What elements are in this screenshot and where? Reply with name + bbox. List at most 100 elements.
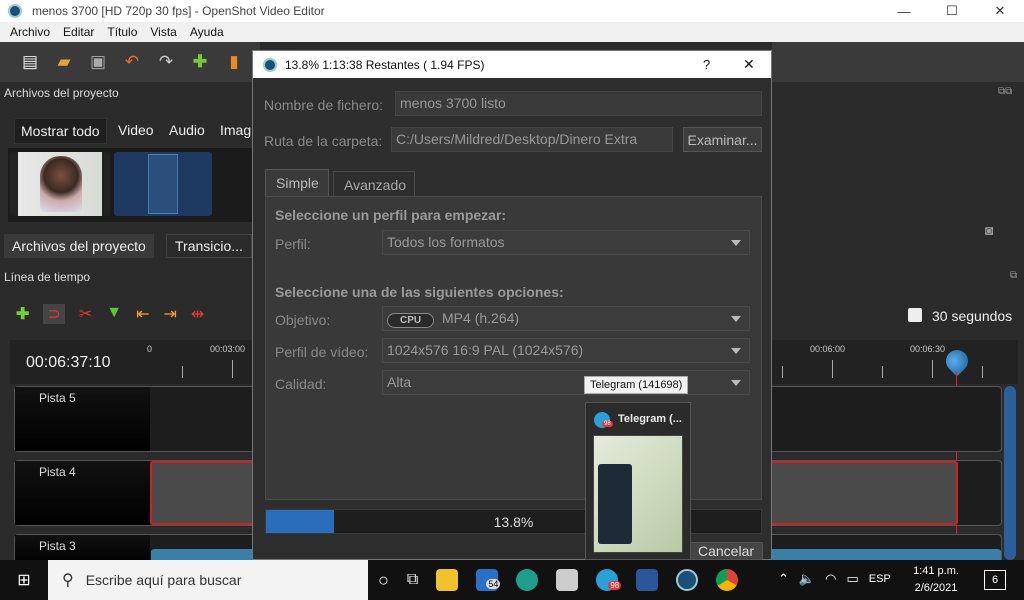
openshot-taskbar-icon[interactable] xyxy=(676,569,699,591)
right-toolbar-area xyxy=(772,42,1024,82)
windows-start-icon[interactable]: ⊞ xyxy=(0,560,48,600)
tab-transitions[interactable]: Transicio... xyxy=(166,234,252,258)
project-files-title: Archivos del proyecto xyxy=(4,86,119,100)
taskbar-apps: ○ ⧉ 54 98 xyxy=(378,569,739,591)
image-thumbnail[interactable] xyxy=(114,152,212,216)
filter-video[interactable]: Video xyxy=(118,122,154,138)
save-project-icon[interactable]: ▣ xyxy=(88,52,108,72)
snap-icon[interactable]: ⊃ xyxy=(43,304,65,324)
volume-icon[interactable]: 🔈 xyxy=(799,571,815,587)
help-button[interactable]: ? xyxy=(703,57,710,72)
folder-path-input[interactable]: C:/Users/Mildred/Desktop/Dinero Extra xyxy=(391,127,673,152)
next-marker-icon[interactable]: ⇥ xyxy=(163,304,176,324)
filter-image[interactable]: Imag xyxy=(220,122,251,138)
filename-label: Nombre de fichero: xyxy=(264,97,384,113)
maximize-button[interactable]: ☐ xyxy=(928,0,976,22)
store-icon[interactable] xyxy=(556,569,579,591)
filter-show-all[interactable]: Mostrar todo xyxy=(14,118,107,144)
system-tray: ⌃ 🔈 ◠ ▭ ESP xyxy=(778,571,891,587)
telegram-window-preview[interactable]: 98 Telegram (... xyxy=(585,402,691,560)
menu-vista[interactable]: Vista xyxy=(145,25,181,39)
razor-icon[interactable]: ✂ xyxy=(79,304,92,324)
zoom-label: 30 segundos xyxy=(932,308,1013,324)
battery-icon[interactable]: ▭ xyxy=(846,571,858,587)
word-icon[interactable] xyxy=(636,569,659,591)
openshot-logo-icon xyxy=(8,4,22,18)
video-thumbnail[interactable] xyxy=(10,152,110,216)
cortana-icon[interactable]: ○ xyxy=(378,570,389,591)
previous-marker-icon[interactable]: ⇤ xyxy=(136,304,149,324)
telegram-taskbar-icon[interactable]: 98 xyxy=(596,569,622,591)
tab-simple[interactable]: Simple xyxy=(265,169,329,197)
clock[interactable]: 1:41 p.m. 2/6/2021 xyxy=(908,563,964,597)
timeline-scrollbar[interactable] xyxy=(1004,386,1016,560)
center-playhead-icon[interactable]: ⇹ xyxy=(191,304,204,324)
video-profile-select[interactable]: 1024x576 16:9 PAL (1024x576) xyxy=(382,338,750,363)
edge-icon[interactable] xyxy=(516,569,539,591)
wifi-icon[interactable]: ◠ xyxy=(825,571,836,587)
new-project-icon[interactable]: ▤ xyxy=(20,52,40,72)
cpu-badge: CPU xyxy=(387,313,435,328)
ruler-tick-0: 0 xyxy=(147,344,153,354)
openshot-logo-icon xyxy=(263,57,277,72)
search-icon: ⚲ xyxy=(62,572,74,589)
profile-select[interactable]: Todos los formatos xyxy=(382,230,750,255)
menu-editar[interactable]: Editar xyxy=(58,25,99,39)
zoom-checkbox[interactable] xyxy=(908,308,922,322)
video-profile-label: Perfil de vídeo: xyxy=(275,344,369,360)
tab-project-files[interactable]: Archivos del proyecto xyxy=(4,234,154,258)
timeline-toolbar: ✚ ⊃ ✂ ▼ ⇤ ⇥ ⇹ xyxy=(16,304,204,324)
chrome-icon[interactable] xyxy=(716,569,739,591)
cancel-button[interactable]: Cancelar xyxy=(689,542,763,560)
dialog-close-button[interactable]: ✕ xyxy=(743,56,755,73)
menu-titulo[interactable]: Título xyxy=(102,25,142,39)
track-label: Pista 5 xyxy=(15,387,150,451)
mail-icon[interactable]: 54 xyxy=(476,569,501,591)
window-title: menos 3700 [HD 720p 30 fps] - OpenShot V… xyxy=(32,4,325,18)
export-progress-title: 13.8% 1:13:38 Restantes ( 1.94 FPS) xyxy=(285,57,485,72)
file-explorer-icon[interactable] xyxy=(436,569,459,591)
camera-icon[interactable]: ◙ xyxy=(985,222,993,238)
ruler-tickmark xyxy=(782,366,783,378)
target-label: Objetivo: xyxy=(275,312,331,328)
menu-archivo[interactable]: Archivo xyxy=(5,25,55,39)
quality-select[interactable]: Alta xyxy=(382,370,750,395)
redo-icon[interactable]: ↷ xyxy=(156,52,176,72)
taskbar-tooltip: Telegram (141698) xyxy=(584,376,689,394)
timeline-undock-icon[interactable]: ⧉ xyxy=(1010,270,1017,281)
ruler-tickmark xyxy=(832,360,833,378)
undock-icon[interactable]: ⧉⧉ xyxy=(998,86,1012,97)
ruler-tickmark xyxy=(232,360,233,378)
chevron-up-icon[interactable]: ⌃ xyxy=(778,571,789,587)
tab-advanced[interactable]: Avanzado xyxy=(333,171,415,197)
open-project-icon[interactable]: ▰ xyxy=(54,52,74,72)
telegram-taskbar-badge: 98 xyxy=(608,581,622,590)
timecode-display: 00:06:37:10 xyxy=(26,354,111,371)
track-label: Pista 4 xyxy=(15,461,150,525)
options-heading: Seleccione una de las siguientes opcione… xyxy=(275,284,564,300)
menu-ayuda[interactable]: Ayuda xyxy=(185,25,229,39)
undo-icon[interactable]: ↶ xyxy=(122,52,142,72)
browse-button[interactable]: Examinar... xyxy=(683,127,762,152)
add-track-icon[interactable]: ✚ xyxy=(16,304,29,324)
preview-phone-image xyxy=(598,464,632,544)
target-select[interactable]: CPU MP4 (h.264) xyxy=(382,306,750,331)
telegram-badge: 98 xyxy=(602,421,613,427)
taskbar-search-box[interactable]: ⚲ Escribe aquí para buscar xyxy=(48,560,368,600)
add-marker-icon[interactable]: ▼ xyxy=(106,304,122,324)
minimize-button[interactable]: — xyxy=(880,0,928,22)
close-button[interactable]: ✕ xyxy=(976,0,1024,22)
task-view-icon[interactable]: ⧉ xyxy=(407,571,418,589)
add-files-icon[interactable]: ✚ xyxy=(190,52,210,72)
ruler-tick-6m: 00:06:00 xyxy=(810,344,846,354)
language-indicator[interactable]: ESP xyxy=(869,573,891,585)
notification-center-icon[interactable]: 6 xyxy=(984,570,1006,590)
filter-audio[interactable]: Audio xyxy=(169,122,205,138)
filename-input[interactable]: menos 3700 listo xyxy=(395,91,762,116)
ruler-tickmark xyxy=(182,366,183,378)
export-film-icon[interactable]: ▮ xyxy=(224,52,244,72)
ruler-tick-3m: 00:03:00 xyxy=(210,344,246,354)
timeline-title: Línea de tiempo xyxy=(4,270,91,284)
preview-title: Telegram (... xyxy=(618,413,682,425)
ruler-tickmark xyxy=(932,360,933,378)
